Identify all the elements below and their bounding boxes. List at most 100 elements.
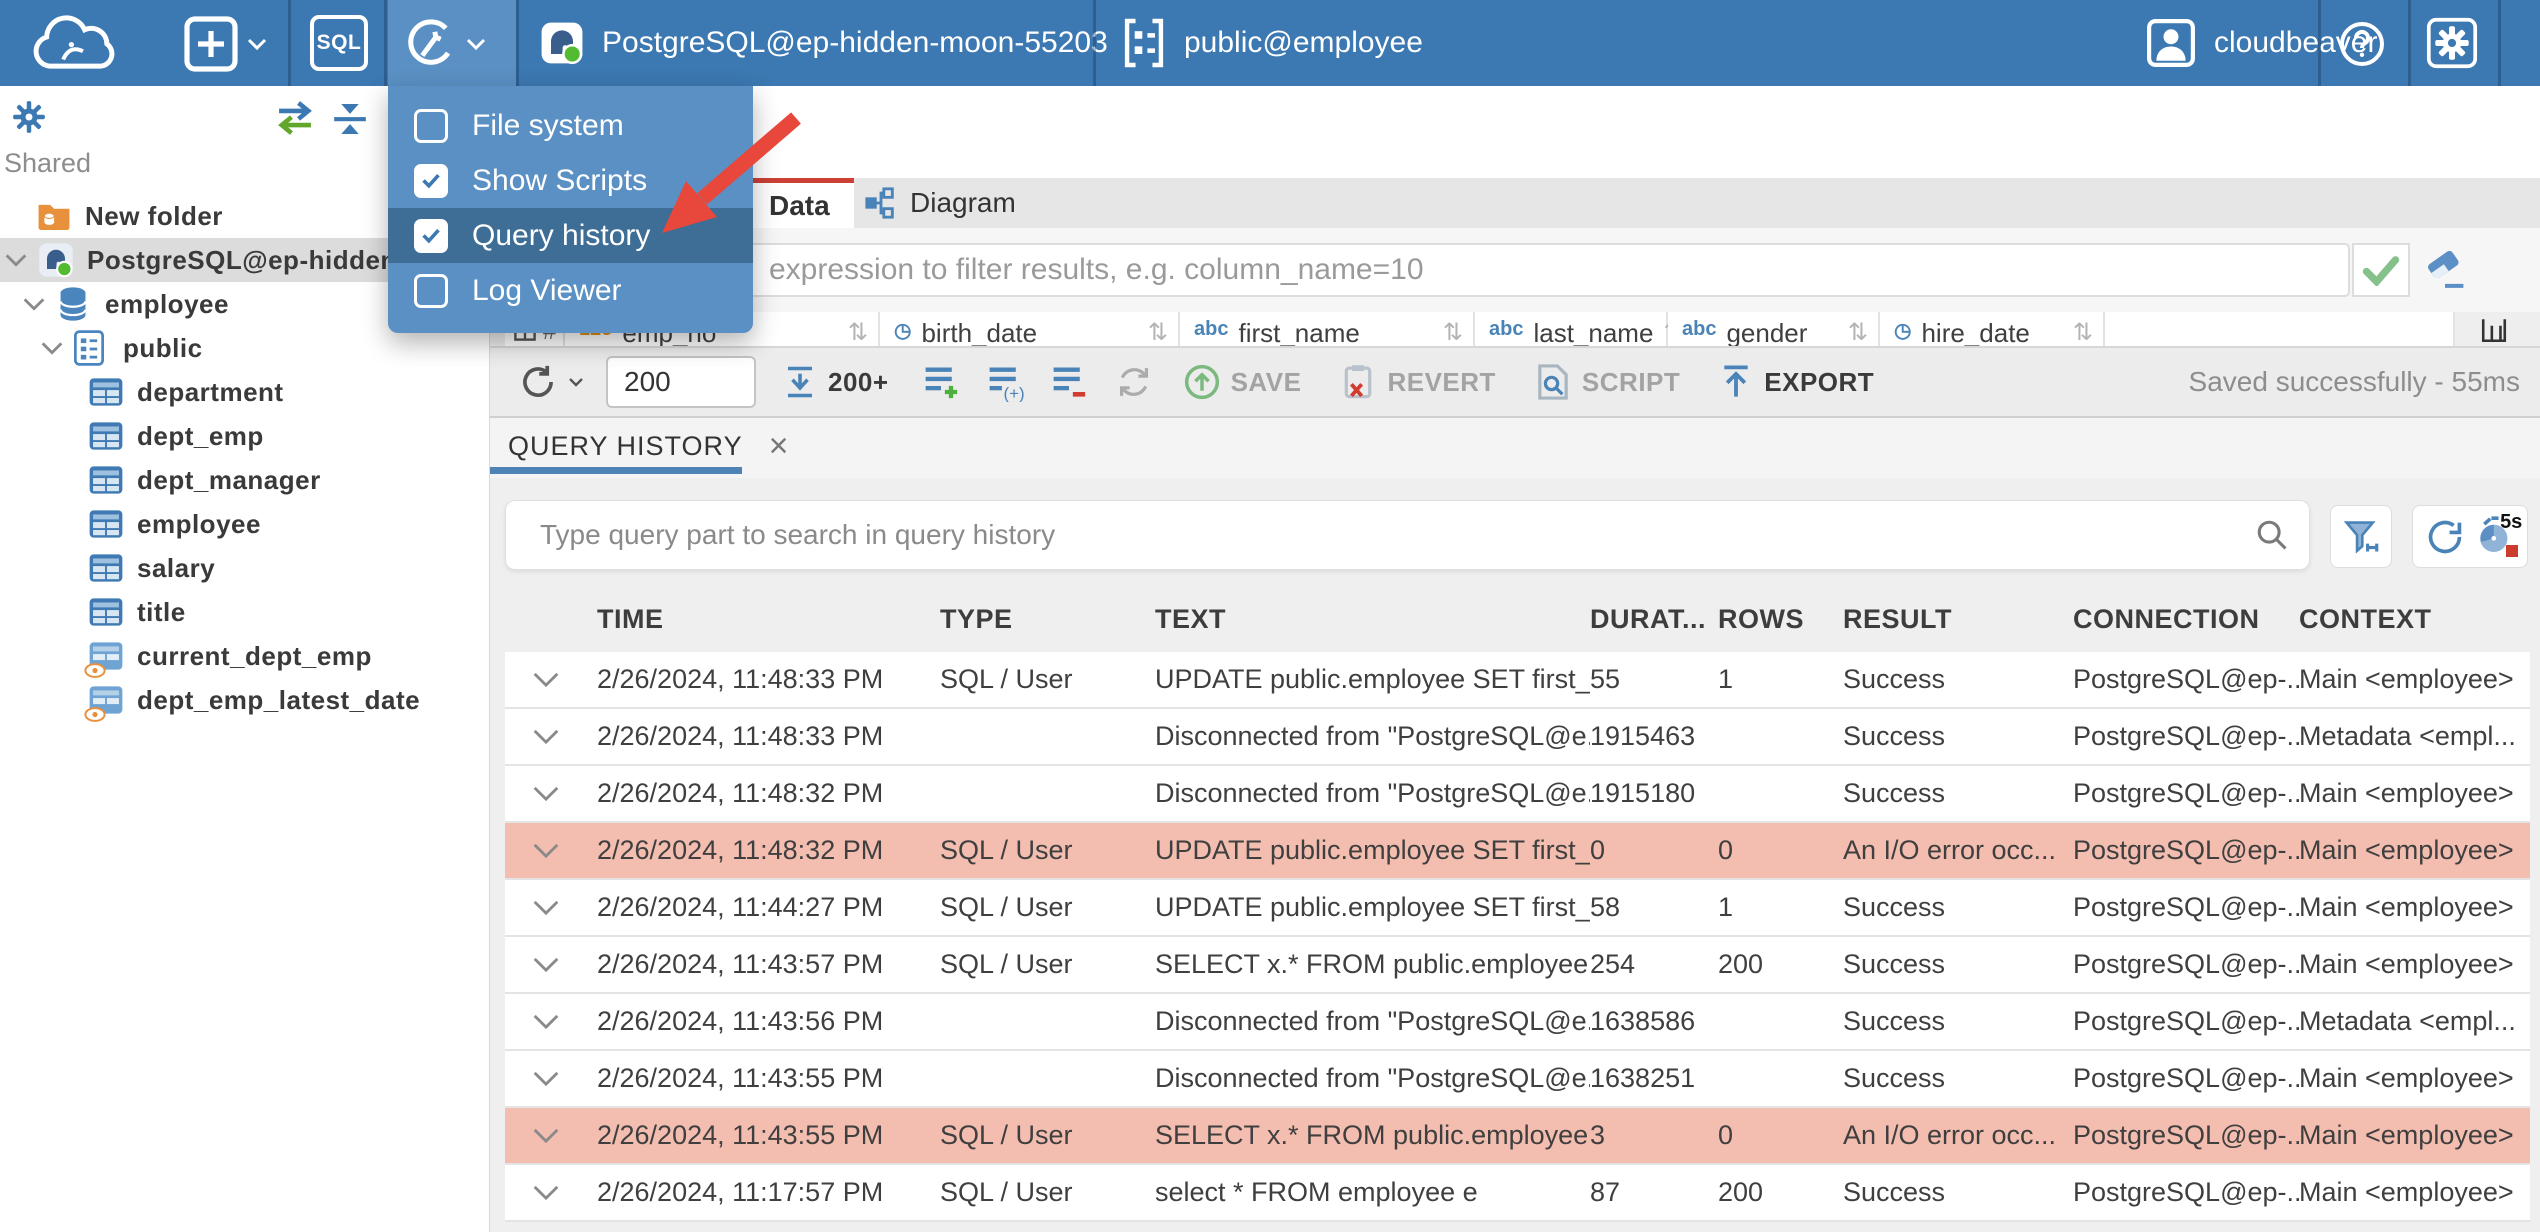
query-history-row[interactable]: 2/26/2024, 11:17:57 PM SQL / User select… — [505, 1165, 2530, 1222]
refresh-button[interactable] — [518, 362, 584, 402]
column-header-context[interactable]: CONTEXT — [2299, 604, 2530, 635]
tree-item-table[interactable]: title — [0, 590, 489, 634]
row-text: Disconnected from "PostgreSQL@e... — [1155, 1063, 1590, 1093]
query-history-search-input[interactable] — [505, 500, 2310, 570]
query-history-row[interactable]: 2/26/2024, 11:44:27 PM SQL / User UPDATE… — [505, 880, 2530, 937]
grid-column-header[interactable]: abc gender ⇅ — [1668, 312, 1880, 346]
row-time: 2/26/2024, 11:43:57 PM — [597, 949, 884, 979]
apply-filter-button[interactable] — [2352, 243, 2410, 297]
clear-filter-eraser-icon[interactable] — [2422, 248, 2468, 290]
query-history-row[interactable]: 2/26/2024, 11:48:33 PM Disconnected from… — [505, 709, 2530, 766]
grid-column-header[interactable]: abc last_name ⇅ — [1475, 312, 1684, 346]
column-header-connection[interactable]: CONNECTION — [2073, 604, 2299, 635]
sort-icon[interactable]: ⇅ — [1148, 318, 1168, 346]
checkbox-checked[interactable] — [414, 163, 448, 198]
tree-item-table[interactable]: department — [0, 370, 489, 414]
help-button[interactable] — [2338, 20, 2386, 68]
tree-item-table[interactable]: salary — [0, 546, 489, 590]
save-button[interactable]: SAVE — [1183, 363, 1302, 401]
row-expand-chevron-icon[interactable] — [505, 1127, 597, 1144]
row-limit-input[interactable] — [606, 356, 756, 408]
check-icon — [422, 228, 440, 244]
active-connection[interactable]: PostgreSQL@ep-hidden-moon-55203 — [540, 0, 1108, 86]
query-history-row[interactable]: 2/26/2024, 11:43:55 PM SQL / User SELECT… — [505, 1108, 2530, 1165]
topbar-divider — [1093, 0, 1096, 86]
chevron-expanded-icon[interactable] — [4, 253, 28, 267]
row-expand-chevron-icon[interactable] — [505, 728, 597, 745]
sort-icon[interactable]: ⇅ — [1443, 318, 1463, 346]
auto-refresh-timer-icon[interactable]: 5s — [2476, 511, 2522, 559]
sort-icon[interactable]: ⇅ — [2073, 318, 2093, 346]
close-icon[interactable]: × — [769, 429, 789, 463]
export-button[interactable]: EXPORT — [1718, 363, 1874, 401]
row-expand-chevron-icon[interactable] — [505, 1013, 597, 1030]
script-button[interactable]: SCRIPT — [1534, 363, 1680, 401]
sort-icon[interactable]: ⇅ — [848, 318, 868, 346]
column-header-result[interactable]: RESULT — [1843, 604, 2073, 635]
query-history-row[interactable]: 2/26/2024, 11:48:33 PM SQL / User UPDATE… — [505, 652, 2530, 709]
column-header-rows[interactable]: ROWS — [1718, 604, 1843, 635]
delete-row-button[interactable] — [1049, 362, 1089, 402]
tree-item-view[interactable]: dept_emp_latest_date — [0, 678, 489, 722]
grid-column-header[interactable]: ◷ hire_date ⇅ — [1880, 312, 2105, 346]
tree-item-table[interactable]: employee — [0, 502, 489, 546]
grid-column-header[interactable]: ◷ birth_date ⇅ — [880, 312, 1180, 346]
new-connection-button[interactable] — [183, 15, 267, 73]
row-expand-chevron-icon[interactable] — [505, 899, 597, 916]
row-expand-chevron-icon[interactable] — [505, 956, 597, 973]
fetch-page-button[interactable]: 200+ — [782, 364, 889, 400]
checkbox-unchecked[interactable] — [414, 108, 448, 143]
tab-diagram[interactable]: Diagram — [840, 178, 1040, 228]
sql-editor-button[interactable]: SQL — [310, 15, 368, 71]
history-refresh-icon[interactable] — [2424, 516, 2466, 558]
tab-data[interactable]: Data — [745, 178, 854, 228]
query-history-row[interactable]: 2/26/2024, 11:48:32 PM Disconnected from… — [505, 766, 2530, 823]
menu-item-file-system[interactable]: File system — [388, 98, 753, 153]
tree-item-table[interactable]: dept_manager — [0, 458, 489, 502]
row-time: 2/26/2024, 11:48:33 PM — [597, 664, 884, 694]
row-expand-chevron-icon[interactable] — [505, 785, 597, 802]
grid-state-icon[interactable] — [2480, 316, 2508, 344]
add-row-button[interactable] — [921, 362, 961, 402]
query-history-row[interactable]: 2/26/2024, 11:43:55 PM Disconnected from… — [505, 1051, 2530, 1108]
tree-item-table[interactable]: dept_emp — [0, 414, 489, 458]
tree-item-view[interactable]: current_dept_emp — [0, 634, 489, 678]
row-expand-chevron-icon[interactable] — [505, 1070, 597, 1087]
auto-refresh-button[interactable] — [1115, 363, 1153, 401]
row-expand-chevron-icon[interactable] — [505, 1184, 597, 1201]
history-filter-button[interactable] — [2330, 505, 2392, 568]
column-header-duration[interactable]: DURAT... — [1590, 604, 1718, 635]
sidebar-settings-gear-icon[interactable] — [10, 98, 48, 136]
grid-column-header[interactable]: abc first_name ⇅ — [1180, 312, 1475, 346]
tree-item-label: dept_manager — [137, 464, 321, 495]
column-header-text[interactable]: TEXT — [1155, 604, 1590, 635]
menu-item-log-viewer[interactable]: Log Viewer — [388, 263, 753, 318]
sync-navigator-icon[interactable] — [272, 100, 318, 136]
menu-item-query-history[interactable]: Query history — [388, 208, 753, 263]
column-header-time[interactable]: TIME — [597, 604, 940, 635]
tab-query-history[interactable]: QUERY HISTORY × — [490, 418, 788, 474]
filter-expression-input[interactable] — [505, 243, 2350, 297]
checkbox-checked[interactable] — [414, 218, 448, 253]
checkbox-unchecked[interactable] — [414, 273, 448, 308]
tools-menu-button[interactable] — [404, 17, 486, 71]
row-expand-chevron-icon[interactable] — [505, 842, 597, 859]
row-text: UPDATE public.employee SET first_... — [1155, 892, 1590, 922]
chevron-expanded-icon[interactable] — [40, 341, 64, 355]
chevron-expanded-icon[interactable] — [22, 297, 46, 311]
search-icon[interactable] — [2255, 518, 2289, 552]
schema-selector[interactable]: public@employee — [1122, 0, 1423, 86]
query-history-row[interactable]: 2/26/2024, 11:43:56 PM Disconnected from… — [505, 994, 2530, 1051]
row-expand-chevron-icon[interactable] — [505, 671, 597, 688]
query-history-row[interactable]: 2/26/2024, 11:48:32 PM SQL / User UPDATE… — [505, 823, 2530, 880]
column-header-type[interactable]: TYPE — [940, 604, 1155, 635]
menu-item-show-scripts[interactable]: Show Scripts — [388, 153, 753, 208]
revert-button[interactable]: REVERT — [1339, 363, 1495, 401]
settings-button[interactable] — [2426, 17, 2478, 69]
query-history-row[interactable]: 2/26/2024, 11:43:57 PM SQL / User SELECT… — [505, 937, 2530, 994]
sort-icon[interactable]: ⇅ — [1848, 318, 1868, 346]
duplicate-row-button[interactable]: (+) — [985, 362, 1025, 402]
collapse-all-icon[interactable] — [330, 100, 370, 138]
tab-diagram-label: Diagram — [910, 187, 1016, 218]
revert-label: REVERT — [1387, 366, 1496, 397]
